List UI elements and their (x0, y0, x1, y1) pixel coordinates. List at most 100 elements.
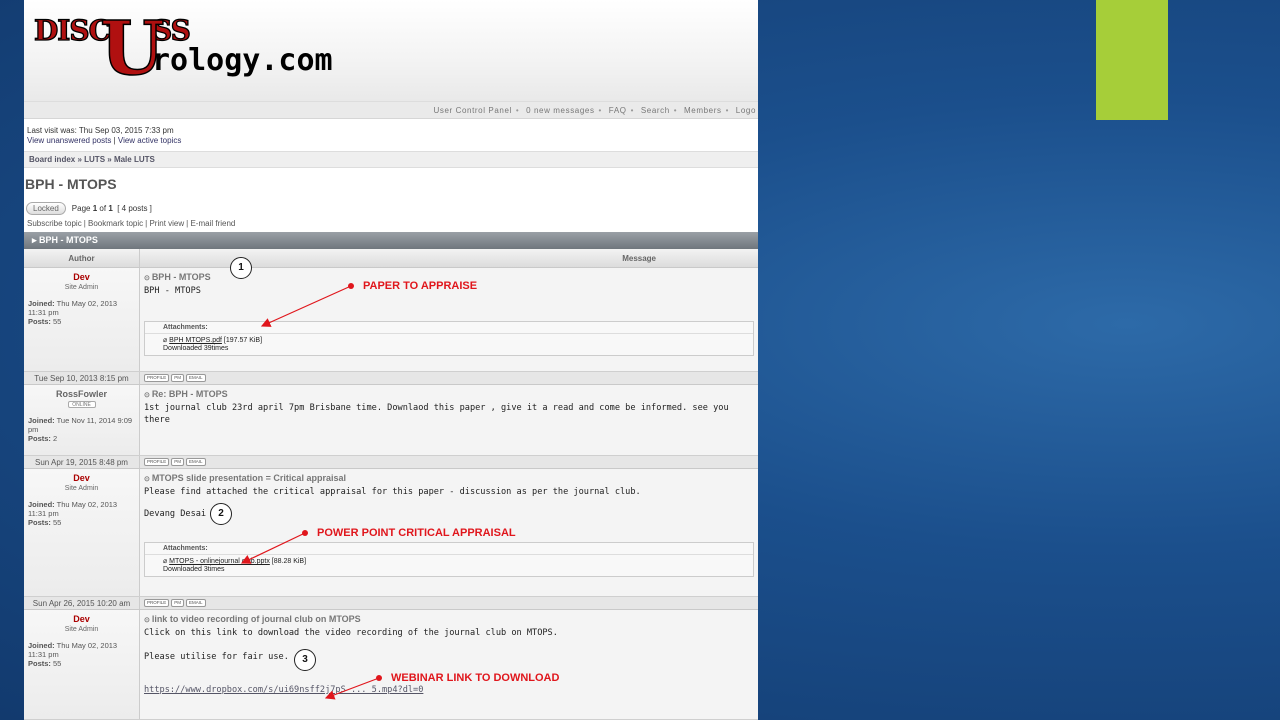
post-subject[interactable]: Re: BPH - MTOPS (144, 389, 754, 402)
site-logo[interactable]: DISC SS U rology.com (32, 8, 332, 78)
view-unanswered-link[interactable]: View unanswered posts (27, 136, 111, 145)
post-date: Sun Apr 26, 2015 10:20 am (24, 597, 140, 609)
joined-label: Joined: (28, 641, 55, 650)
attachments-header: Attachments: (145, 543, 753, 555)
posts-label: Posts: (28, 659, 51, 668)
nav-members-link[interactable]: Members (684, 106, 722, 115)
online-badge: ONLINE (67, 401, 96, 408)
annotation-dot-2 (302, 530, 308, 536)
page-title[interactable]: BPH - MTOPS (24, 168, 758, 200)
annotation-webinar-link: WEBINAR LINK TO DOWNLOAD (391, 672, 560, 684)
nav-messages-link[interactable]: 0 new messages (526, 106, 594, 115)
annotation-number-1: 1 (230, 257, 252, 279)
author-post-count: 55 (53, 518, 62, 527)
nav-search-link[interactable]: Search (641, 106, 670, 115)
attachment-file-link[interactable]: BPH MTOPS.pdf (169, 337, 222, 344)
author-name[interactable]: Dev (28, 614, 135, 624)
post-footer: Sun Apr 19, 2015 8:48 pm PROFILE PM EMAIL (24, 456, 758, 469)
email-button[interactable]: EMAIL (186, 458, 206, 466)
attachment-downloads: Downloaded 39times (163, 345, 229, 352)
post-author-panel: Dev Site Admin Joined: Thu May 02, 2013 … (24, 610, 140, 719)
forum-header: DISC SS U rology.com (24, 0, 758, 102)
pm-button[interactable]: PM (171, 599, 185, 607)
posts-label: Posts: (28, 317, 51, 326)
page-of: of (99, 204, 107, 213)
joined-label: Joined: (28, 500, 55, 509)
attachments-header: Attachments: (145, 322, 753, 334)
bookmark-topic-link[interactable]: Bookmark topic (88, 219, 143, 228)
posts-label: Posts: (28, 518, 51, 527)
breadcrumb-luts[interactable]: LUTS (84, 155, 105, 164)
author-post-count: 55 (53, 659, 62, 668)
posts-count: [ 4 posts ] (117, 204, 152, 213)
forum-screenshot: DISC SS U rology.com User Control Panel •… (24, 0, 758, 720)
post-4: Dev Site Admin Joined: Thu May 02, 2013 … (24, 610, 758, 720)
column-header: Author Message (24, 249, 758, 268)
annotation-dot-1 (348, 283, 354, 289)
post-note: Please utilise for fair use. (144, 652, 289, 662)
post-subject[interactable]: MTOPS slide presentation = Critical appr… (144, 473, 754, 486)
email-button[interactable]: EMAIL (186, 374, 206, 382)
joined-label: Joined: (28, 416, 55, 425)
attachment-file-link[interactable]: MTOPS - onlinejournal club.pptx (169, 558, 270, 565)
annotation-dot-3 (376, 675, 382, 681)
profile-button[interactable]: PROFILE (144, 458, 170, 466)
author-post-count: 55 (53, 317, 62, 326)
pagination: Locked Page 1 of 1 [ 4 posts ] (24, 200, 758, 217)
post-2: RossFowler ONLINE Joined: Tue Nov 11, 20… (24, 385, 758, 456)
post-body: link to video recording of journal club … (140, 610, 758, 719)
locked-button[interactable]: Locked (26, 202, 66, 215)
author-name[interactable]: Dev (28, 473, 135, 483)
post-text: 1st journal club 23rd april 7pm Brisbane… (144, 403, 729, 425)
post-date: Tue Sep 10, 2013 8:15 pm (24, 372, 140, 384)
top-nav: User Control Panel • 0 new messages • FAQ •… (24, 102, 758, 119)
breadcrumb-male-luts[interactable]: Male LUTS (114, 155, 155, 164)
author-rank: Site Admin (64, 485, 99, 492)
email-button[interactable]: EMAIL (186, 599, 206, 607)
topic-bar-label: BPH - MTOPS (39, 235, 98, 245)
email-friend-link[interactable]: E-mail friend (190, 219, 235, 228)
accent-bar (1096, 0, 1168, 120)
pm-button[interactable]: PM (171, 374, 185, 382)
author-post-count: 2 (53, 434, 58, 443)
author-name[interactable]: Dev (28, 272, 135, 282)
post-author-panel: Dev Site Admin Joined: Thu May 02, 2013 … (24, 268, 140, 371)
attachment-downloads: Downloaded 3times (163, 566, 225, 573)
subscribe-topic-link[interactable]: Subscribe topic (27, 219, 82, 228)
last-visit-block: Last visit was: Thu Sep 03, 2015 7:33 pm… (24, 119, 758, 151)
nav-ucp-link[interactable]: User Control Panel (433, 106, 511, 115)
nav-faq-link[interactable]: FAQ (609, 106, 627, 115)
post-footer: Tue Sep 10, 2013 8:15 pm PROFILE PM EMAIL (24, 372, 758, 385)
page-current: 1 (92, 204, 98, 213)
svg-text:rology.com: rology.com (152, 43, 332, 78)
breadcrumb-board-index[interactable]: Board index (29, 155, 75, 164)
author-rank: Site Admin (64, 626, 99, 633)
profile-button[interactable]: PROFILE (144, 599, 170, 607)
breadcrumb: Board index » LUTS » Male LUTS (24, 151, 758, 168)
topic-tools: Subscribe topic | Bookmark topic | Print v… (27, 219, 236, 228)
dropbox-video-link[interactable]: https://www.dropbox.com/s/ui69nsff2j7pS … (144, 685, 423, 695)
page-label: Page (71, 204, 91, 213)
pm-button[interactable]: PM (171, 458, 185, 466)
author-column-header: Author (24, 249, 140, 267)
attachment-box: Attachments: ⌀ MTOPS - onlinejournal clu… (144, 542, 754, 577)
author-name[interactable]: RossFowler (28, 389, 135, 399)
annotation-number-2: 2 (210, 503, 232, 525)
post-subject[interactable]: link to video recording of journal club … (144, 614, 754, 627)
post-footer: Sun Apr 26, 2015 10:20 am PROFILE PM EMAIL (24, 597, 758, 610)
post-date: Sun Apr 19, 2015 8:48 pm (24, 456, 140, 468)
nav-logout-link[interactable]: Logo (736, 106, 756, 115)
profile-button[interactable]: PROFILE (144, 374, 170, 382)
post-text: Click on this link to download the video… (144, 628, 558, 638)
posts-label: Posts: (28, 434, 51, 443)
print-view-link[interactable]: Print view (149, 219, 184, 228)
annotation-paper-to-appraise: PAPER TO APPRAISE (363, 280, 478, 292)
topic-bar: ▸ BPH - MTOPS (24, 232, 758, 249)
view-active-link[interactable]: View active topics (118, 136, 181, 145)
post-body: Re: BPH - MTOPS 1st journal club 23rd ap… (140, 385, 758, 455)
annotation-powerpoint: POWER POINT CRITICAL APPRAISAL (317, 527, 516, 539)
post-author-panel: RossFowler ONLINE Joined: Tue Nov 11, 20… (24, 385, 140, 455)
svg-text:DISC: DISC (34, 14, 110, 47)
post-author-panel: Dev Site Admin Joined: Thu May 02, 2013 … (24, 469, 140, 596)
post-signature: Devang Desai (144, 509, 207, 519)
